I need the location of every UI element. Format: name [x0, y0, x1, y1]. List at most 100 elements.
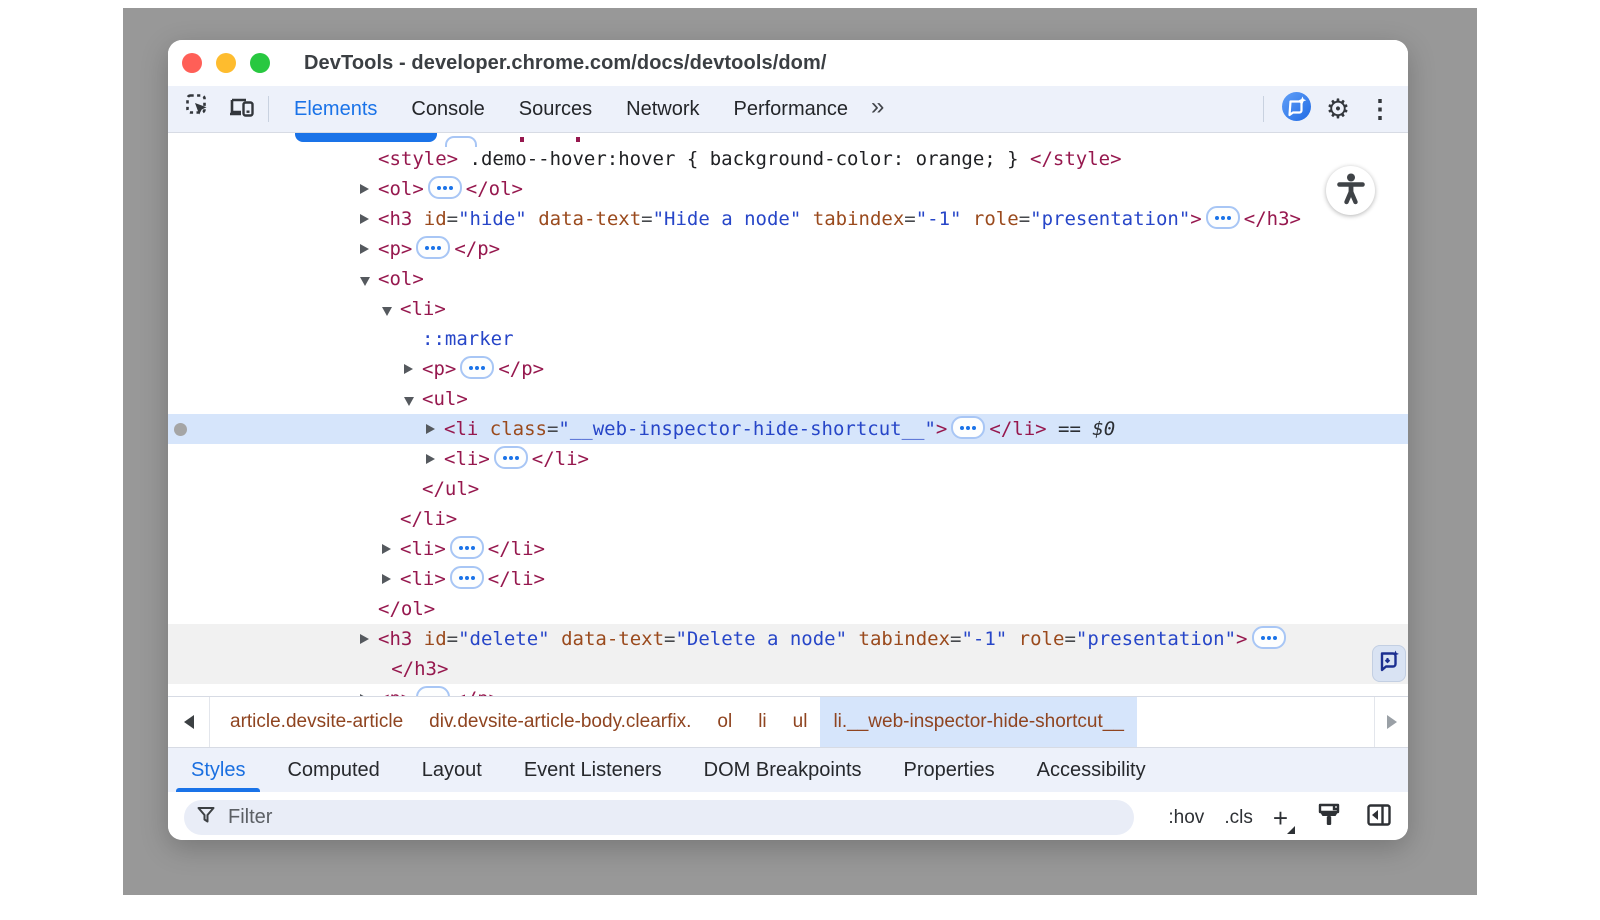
node-p-clipped[interactable]: <p></p>	[168, 684, 1408, 696]
node-h3-delete[interactable]: <h3 id="delete" data-text="Delete a node…	[168, 624, 1408, 654]
ellipsis-adorner[interactable]	[416, 686, 450, 696]
toggle-hover-state-button[interactable]: :hov	[1168, 807, 1204, 829]
node-tag: </li>	[488, 538, 545, 560]
rendering-emulation-button[interactable]	[1314, 800, 1344, 836]
tab-properties[interactable]: Properties	[883, 748, 1016, 792]
breadcrumb-item[interactable]: article.devsite-article	[217, 697, 416, 747]
tab-event-listeners[interactable]: Event Listeners	[503, 748, 683, 792]
device-toolbar-icon	[228, 94, 256, 125]
ellipsis-adorner[interactable]	[1252, 626, 1286, 649]
node-tag: >	[1190, 208, 1201, 230]
expander-right-icon[interactable]	[426, 424, 435, 434]
minimize-window-button[interactable]	[216, 53, 236, 73]
expander-right-icon[interactable]	[360, 184, 369, 194]
attribute-equals: =	[641, 208, 652, 230]
ai-assistance-button[interactable]	[1278, 91, 1314, 127]
node-h3-delete-close[interactable]: </h3>	[168, 654, 1408, 684]
expander-right-icon[interactable]	[382, 574, 391, 584]
customize-devtools-button[interactable]: ⋮	[1362, 91, 1398, 127]
tab-elements[interactable]: Elements	[277, 86, 394, 132]
elements-tab-underline	[295, 133, 437, 142]
node-ul-close[interactable]: </ul>	[168, 474, 1408, 504]
ellipsis-adorner[interactable]	[428, 176, 462, 199]
tab-dom-breakpoints[interactable]: DOM Breakpoints	[683, 748, 883, 792]
expander-down-icon[interactable]	[360, 277, 370, 286]
breadcrumb-item[interactable]: li	[745, 697, 779, 747]
ai-assistance-icon	[1281, 91, 1312, 127]
node-marker-pseudo[interactable]: ::marker	[168, 324, 1408, 354]
toggle-classes-button[interactable]: .cls	[1224, 807, 1253, 829]
tab-console[interactable]: Console	[394, 86, 501, 132]
node-h3-hide[interactable]: <h3 id="hide" data-text="Hide a node" ta…	[168, 204, 1408, 234]
expander-right-icon[interactable]	[404, 364, 413, 374]
ellipsis-adorner[interactable]	[494, 446, 528, 469]
ellipsis-adorner[interactable]	[460, 356, 494, 379]
node-li-close[interactable]: </li>	[168, 504, 1408, 534]
toggle-device-toolbar-button[interactable]	[224, 91, 260, 127]
filter-input[interactable]	[226, 805, 1122, 830]
filter-bar-controls: :hov .cls +	[1168, 800, 1394, 836]
node-ol-close[interactable]: </ol>	[168, 594, 1408, 624]
breadcrumb-scroll-right-button[interactable]	[1374, 697, 1408, 747]
expander-right-icon[interactable]	[360, 214, 369, 224]
breadcrumb-item[interactable]: div.devsite-article-body.clearfix.	[416, 697, 704, 747]
styles-filter-bar: :hov .cls +	[168, 792, 1408, 840]
expander-right-icon[interactable]	[360, 634, 369, 644]
tab-styles[interactable]: Styles	[170, 748, 266, 792]
node-eq: ==	[1047, 418, 1093, 440]
node-dollar: $0	[1092, 418, 1115, 440]
ask-ai-adorner-button[interactable]	[1372, 645, 1406, 682]
tab-accessibility[interactable]: Accessibility	[1016, 748, 1167, 792]
inspect-element-button[interactable]	[180, 91, 216, 127]
clipped-text-fragment	[520, 137, 524, 142]
new-style-rule-button[interactable]: +	[1273, 805, 1294, 831]
node-style[interactable]: <style> .demo--hover:hover { background-…	[168, 144, 1408, 174]
filter-funnel-icon	[196, 805, 216, 830]
ellipsis-adorner[interactable]	[951, 416, 985, 439]
more-tabs-button[interactable]: »	[865, 93, 888, 121]
breadcrumb-item[interactable]: ul	[780, 697, 821, 747]
ellipsis-adorner[interactable]	[450, 536, 484, 559]
breadcrumb-item[interactable]: li.__web-inspector-hide-shortcut__	[820, 697, 1136, 747]
breadcrumb-scroll-left-button[interactable]	[168, 697, 210, 747]
node-p-collapsed[interactable]: <p></p>	[168, 354, 1408, 384]
window-title: DevTools - developer.chrome.com/docs/dev…	[304, 52, 827, 75]
attribute: class="__web-inspector-hide-shortcut__"	[478, 418, 936, 440]
ellipsis-adorner[interactable]	[416, 236, 450, 259]
filter-field[interactable]	[184, 800, 1134, 835]
ellipsis-adorner[interactable]	[1206, 206, 1240, 229]
node-li-open[interactable]: <li>	[168, 294, 1408, 324]
tab-performance[interactable]: Performance	[717, 86, 866, 132]
kebab-menu-icon: ⋮	[1368, 97, 1393, 122]
expander-right-icon[interactable]	[426, 454, 435, 464]
node-ol-open[interactable]: <ol>	[168, 264, 1408, 294]
node-li-collapsed[interactable]: <li></li>	[168, 534, 1408, 564]
expander-down-icon[interactable]	[404, 397, 414, 406]
node-tag: </li>	[532, 448, 589, 470]
expander-right-icon[interactable]	[382, 544, 391, 554]
toggle-sidebar-button[interactable]	[1364, 800, 1394, 836]
maximize-window-button[interactable]	[250, 53, 270, 73]
node-p-collapsed[interactable]: <p></p>	[168, 234, 1408, 264]
settings-button[interactable]: ⚙	[1320, 91, 1356, 127]
node-li-selected[interactable]: <li class="__web-inspector-hide-shortcut…	[168, 414, 1408, 444]
close-window-button[interactable]	[182, 53, 202, 73]
attribute-equals: =	[447, 628, 458, 650]
node-tag: </p>	[454, 238, 500, 260]
chevron-left-icon	[184, 715, 194, 729]
expander-down-icon[interactable]	[382, 307, 392, 316]
breadcrumb-item[interactable]: ol	[704, 697, 745, 747]
attribute-equals: =	[904, 208, 915, 230]
node-ul-open[interactable]: <ul>	[168, 384, 1408, 414]
expander-right-icon[interactable]	[360, 244, 369, 254]
node-li-collapsed[interactable]: <li></li>	[168, 564, 1408, 594]
ellipsis-adorner[interactable]	[450, 566, 484, 589]
attribute-name: tabindex	[801, 208, 904, 230]
tab-sources[interactable]: Sources	[502, 86, 609, 132]
tab-computed[interactable]: Computed	[266, 748, 400, 792]
node-li-collapsed[interactable]: <li></li>	[168, 444, 1408, 474]
node-ol-collapsed[interactable]: <ol></ol>	[168, 174, 1408, 204]
accessibility-overlay-button[interactable]	[1326, 166, 1375, 215]
tab-layout[interactable]: Layout	[401, 748, 503, 792]
tab-network[interactable]: Network	[609, 86, 716, 132]
